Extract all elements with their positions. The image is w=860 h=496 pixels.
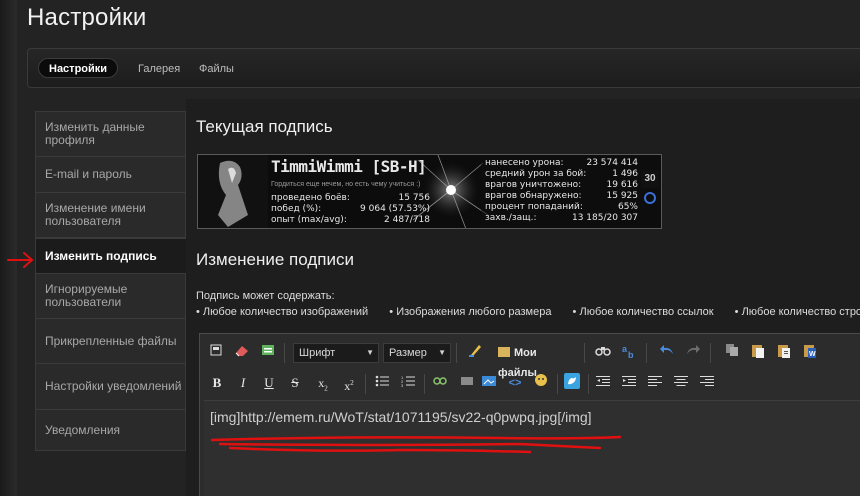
banner-stat-label: процент попаданий: <box>485 202 583 212</box>
list-item: • Любое количество изображений <box>196 306 369 318</box>
red-arrow-annotation <box>7 252 34 268</box>
banner-stat-value: 15 756 <box>398 193 431 203</box>
tab-gallery[interactable]: Галерея <box>138 59 180 79</box>
sidebar-item-label: E-mail и пароль <box>45 167 132 181</box>
signature-editor: Шрифт ▼ Размер ▼ Мои файлы ab W B I U S … <box>199 333 860 496</box>
sidebar-item-label: Изменить подпись <box>45 248 157 263</box>
sidebar-item-label: Уведомления <box>45 423 121 437</box>
banner-stat-value: 65% <box>617 202 638 212</box>
signature-allowances-list: • Любое количество изображений • Изображ… <box>196 306 860 318</box>
list-item: • Любое количество строк <box>734 306 860 318</box>
banner-stat-value: 15 925 <box>606 191 639 201</box>
page-left-edge <box>0 0 17 496</box>
banner-level-badge: 30 <box>641 170 659 188</box>
banner-stat-label: врагов уничтожено: <box>485 180 582 190</box>
banner-subtitle: Гордиться еще нечем, но есть чему учитьс… <box>271 181 421 188</box>
banner-stat-label: средний урон за бой: <box>485 169 587 179</box>
sidebar-item-attached-files[interactable]: Прикрепленные файлы <box>36 319 186 364</box>
banner-stat-value: 23 574 414 <box>586 158 638 168</box>
sidebar-item-edit-signature[interactable]: Изменить подпись <box>36 238 188 274</box>
current-signature-heading: Текущая подпись <box>196 117 333 136</box>
sidebar-item-notification-settings[interactable]: Настройки уведомлений <box>36 364 186 410</box>
tab-settings[interactable]: Настройки <box>38 58 119 78</box>
sidebar-item-edit-profile[interactable]: Изменить данные профиля <box>36 112 186 157</box>
sidebar-item-label: Настройки уведомлений <box>45 379 182 393</box>
banner-nickname: TimmiWimmi [SB-H] <box>271 157 427 176</box>
signature-banner-image: TimmiWimmi [SB-H] Гордиться еще нечем, н… <box>197 154 662 229</box>
banner-stat-value: 1 496 <box>612 169 638 179</box>
banner-stat-value: 2 487/718 <box>384 215 430 225</box>
list-item: • Изображения любого размера <box>389 306 552 318</box>
sidebar-item-change-username[interactable]: Изменение имени пользователя <box>36 193 186 238</box>
sidebar-item-label: Прикрепленные файлы <box>45 333 177 348</box>
top-navbar: Настройки Галерея Файлы <box>27 48 860 88</box>
sidebar-item-email-password[interactable]: E-mail и пароль <box>36 157 186 193</box>
banner-stat-label: врагов обнаружено: <box>485 191 582 201</box>
banner-stat-label: проведено боёв: <box>271 193 350 203</box>
tab-files[interactable]: Файлы <box>199 59 234 79</box>
banner-stat-value: 9 064 (57.53%) <box>360 204 430 214</box>
banner-stat-label: побед (%): <box>271 204 322 214</box>
page-title: Настройки <box>27 4 147 31</box>
banner-stat-label: захв./защ.: <box>485 213 537 223</box>
banner-stat-label: опыт (max/avg): <box>271 215 347 225</box>
sidebar-item-ignored-users[interactable]: Игнорируемые пользователи <box>36 274 186 319</box>
settings-sidebar: Изменить данные профиля E-mail и пароль … <box>35 111 188 451</box>
signature-may-contain-label: Подпись может содержать: <box>196 290 335 302</box>
banner-stat-label: нанесено урона: <box>485 158 564 168</box>
sidebar-item-label: Изменение имени пользователя <box>45 201 146 228</box>
banner-stat-value: 19 616 <box>606 180 639 190</box>
sidebar-item-label: Изменить данные профиля <box>45 120 145 147</box>
sidebar-item-notifications[interactable]: Уведомления <box>36 410 186 451</box>
banner-stat-value: 13 185/20 307 <box>571 213 638 223</box>
sidebar-item-label: Игнорируемые пользователи <box>45 282 128 309</box>
list-item: • Любое количество ссылок <box>572 306 714 318</box>
edit-signature-heading: Изменение подписи <box>196 250 354 269</box>
red-underline-annotation <box>210 435 622 454</box>
